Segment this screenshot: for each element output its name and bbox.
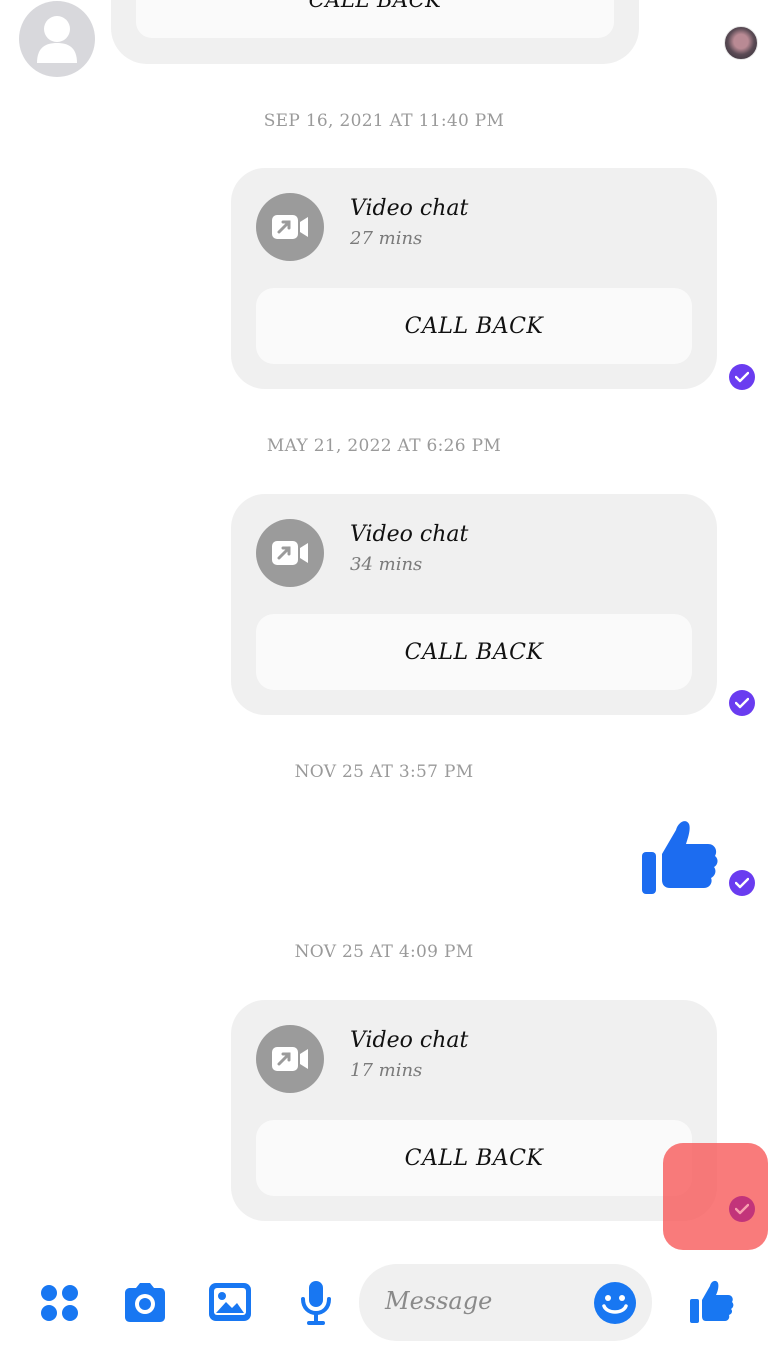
video-chat-bubble: Video chat 17 mins CALL BACK [231,1000,717,1221]
read-receipt-icon [729,1196,755,1222]
call-back-button-partial[interactable]: CALL BACK [136,0,614,38]
call-duration: 17 mins [350,1060,423,1081]
video-call-icon [256,519,324,587]
gallery-icon[interactable] [208,1282,252,1326]
read-receipt-icon [729,364,755,390]
thumbs-up-message-icon [636,814,722,900]
timestamp: NOV 25 AT 3:57 PM [294,762,474,782]
call-duration: 27 mins [350,228,423,249]
call-back-button[interactable]: CALL BACK [256,1120,692,1196]
microphone-icon[interactable] [298,1280,334,1330]
timestamp: MAY 21, 2022 AT 6:26 PM [266,436,502,456]
video-call-icon [256,193,324,261]
person-icon [37,16,77,63]
thumbs-up-icon[interactable] [688,1279,736,1329]
emoji-icon[interactable] [593,1281,637,1325]
video-chat-bubble: Video chat 27 mins CALL BACK [231,168,717,389]
message-placeholder: Message [385,1287,493,1315]
call-duration: 34 mins [350,554,423,575]
read-receipt-icon [729,870,755,896]
read-receipt-icon [729,690,755,716]
timestamp: SEP 16, 2021 AT 11:40 PM [263,111,505,131]
call-back-button[interactable]: CALL BACK [256,288,692,364]
camera-icon[interactable] [121,1283,169,1327]
highlight-overlay [663,1143,768,1250]
video-call-icon [256,1025,324,1093]
seen-avatar [724,26,758,60]
contact-avatar[interactable] [19,1,95,77]
call-back-label: CALL BACK [308,0,442,12]
menu-dots-icon[interactable] [39,1283,81,1327]
call-title: Video chat [350,196,469,221]
timestamp: NOV 25 AT 4:09 PM [294,942,474,962]
video-chat-bubble: Video chat 34 mins CALL BACK [231,494,717,715]
call-back-button[interactable]: CALL BACK [256,614,692,690]
call-title: Video chat [350,1028,469,1053]
message-input[interactable]: Message [359,1264,652,1341]
call-title: Video chat [350,522,469,547]
